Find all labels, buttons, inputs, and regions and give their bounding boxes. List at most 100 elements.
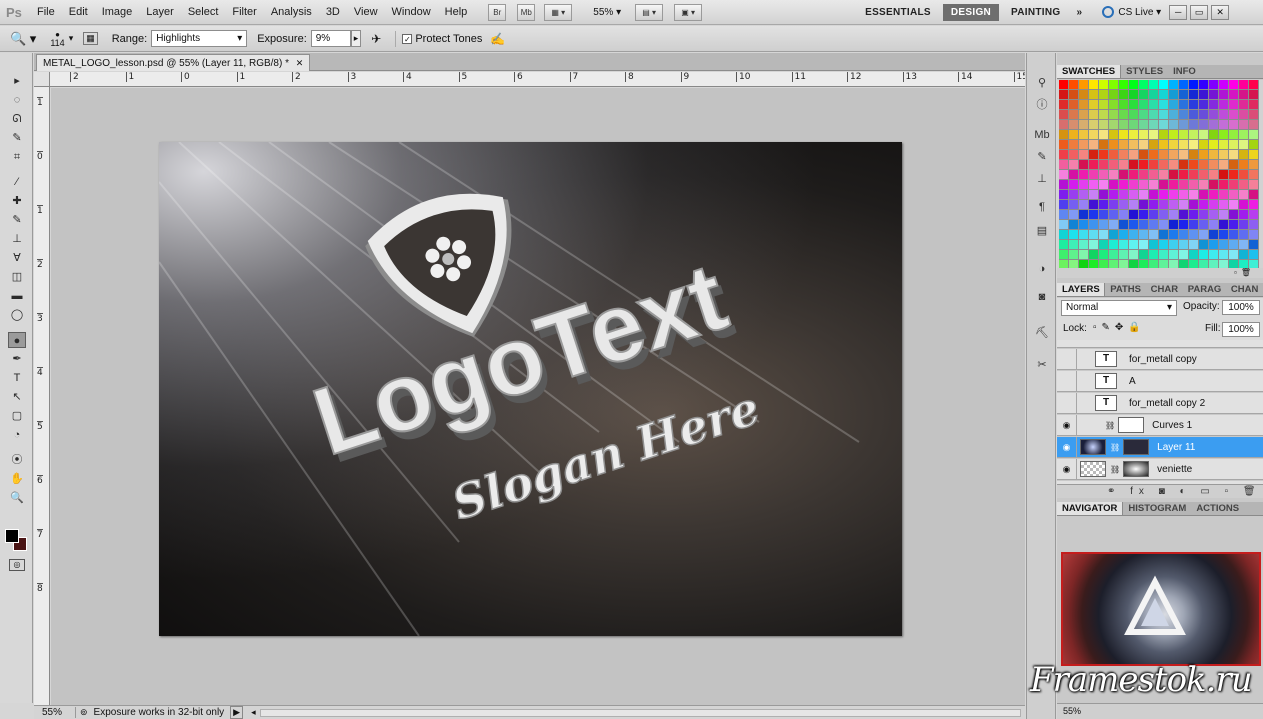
swatch[interactable]	[1209, 190, 1219, 200]
swatch[interactable]	[1199, 200, 1209, 210]
swatch[interactable]	[1159, 100, 1169, 110]
swatch[interactable]	[1189, 120, 1199, 130]
swatch[interactable]	[1069, 80, 1079, 90]
swatch[interactable]	[1059, 80, 1069, 90]
pressure-size-icon[interactable]: ✍	[490, 32, 505, 46]
swatch[interactable]	[1169, 120, 1179, 130]
tab-histogram[interactable]: HISTOGRAM	[1123, 502, 1191, 515]
swatch[interactable]	[1159, 160, 1169, 170]
swatch[interactable]	[1059, 230, 1069, 240]
swatch[interactable]	[1159, 140, 1169, 150]
swatch[interactable]	[1059, 140, 1069, 150]
swatch[interactable]	[1089, 230, 1099, 240]
swatch[interactable]	[1199, 190, 1209, 200]
swatch[interactable]	[1109, 230, 1119, 240]
swatch[interactable]	[1219, 110, 1229, 120]
quick-mask-icon[interactable]: ◎	[9, 559, 25, 571]
visibility-eye-icon[interactable]	[1057, 392, 1077, 414]
marquee-tool-icon[interactable]: ◌	[8, 92, 26, 108]
swatch[interactable]	[1249, 240, 1259, 250]
swatch[interactable]	[1209, 250, 1219, 260]
vertical-ruler[interactable]: 1 0 1 2 3 4 5 6 7 8	[34, 87, 50, 705]
swatch[interactable]	[1099, 220, 1109, 230]
swatch[interactable]	[1169, 210, 1179, 220]
swatch[interactable]	[1099, 180, 1109, 190]
tab-actions[interactable]: ACTIONS	[1191, 502, 1244, 515]
swatch[interactable]	[1219, 230, 1229, 240]
dodge-tool-preset-icon[interactable]: 🔍 ▾	[10, 31, 36, 47]
swatch[interactable]	[1059, 120, 1069, 130]
swatch[interactable]	[1099, 100, 1109, 110]
swatch[interactable]	[1139, 150, 1149, 160]
swatch[interactable]	[1249, 90, 1259, 100]
swatch[interactable]	[1149, 120, 1159, 130]
visibility-eye-icon[interactable]	[1057, 348, 1077, 370]
swatch[interactable]	[1139, 160, 1149, 170]
swatch[interactable]	[1099, 230, 1109, 240]
swatch[interactable]	[1189, 110, 1199, 120]
swatch[interactable]	[1139, 190, 1149, 200]
layer-mask-thumbnail[interactable]	[1123, 461, 1150, 477]
pen-tool-icon[interactable]: ✒	[8, 351, 26, 367]
swatch[interactable]	[1189, 210, 1199, 220]
swatch[interactable]	[1089, 160, 1099, 170]
menu-image[interactable]: Image	[95, 6, 140, 18]
swatch[interactable]	[1109, 110, 1119, 120]
swatch[interactable]	[1229, 150, 1239, 160]
eyedropper-tool-icon[interactable]: ⁄	[8, 174, 26, 190]
swatch[interactable]	[1129, 240, 1139, 250]
swatch[interactable]	[1069, 160, 1079, 170]
3d-rotate-tool-icon[interactable]: ◔	[8, 427, 26, 443]
swatch[interactable]	[1249, 120, 1259, 130]
swatch[interactable]	[1069, 100, 1079, 110]
swatch[interactable]	[1109, 160, 1119, 170]
swatch[interactable]	[1229, 170, 1239, 180]
swatch[interactable]	[1099, 90, 1109, 100]
styles-panel-icon[interactable]: ▤	[1033, 223, 1051, 239]
swatch[interactable]	[1229, 90, 1239, 100]
swatch[interactable]	[1079, 90, 1089, 100]
swatch[interactable]	[1229, 140, 1239, 150]
swatch[interactable]	[1229, 240, 1239, 250]
swatch[interactable]	[1099, 190, 1109, 200]
tab-paths[interactable]: PATHS	[1105, 283, 1145, 296]
mask-link-icon[interactable]: ⛓	[1110, 465, 1120, 474]
mask-link-icon[interactable]: ⛓	[1105, 421, 1115, 430]
swatch[interactable]	[1179, 210, 1189, 220]
swatch[interactable]	[1099, 240, 1109, 250]
swatch[interactable]	[1079, 100, 1089, 110]
swatch[interactable]	[1239, 230, 1249, 240]
swatch[interactable]	[1219, 180, 1229, 190]
swatch[interactable]	[1219, 160, 1229, 170]
swatch[interactable]	[1129, 200, 1139, 210]
crop-tool-icon[interactable]: ⌗	[8, 149, 26, 165]
swatch[interactable]	[1059, 160, 1069, 170]
menu-select[interactable]: Select	[181, 6, 226, 18]
status-zoom[interactable]: 55%	[34, 707, 76, 718]
swatch[interactable]	[1179, 230, 1189, 240]
swatch[interactable]	[1209, 150, 1219, 160]
swatch[interactable]	[1209, 140, 1219, 150]
swatch[interactable]	[1229, 180, 1239, 190]
swatch[interactable]	[1209, 130, 1219, 140]
3d-panel-icon[interactable]: ✂	[1033, 357, 1051, 373]
swatch[interactable]	[1109, 190, 1119, 200]
delete-swatch-icon[interactable]: 🗑	[1241, 268, 1255, 277]
swatch[interactable]	[1149, 100, 1159, 110]
swatch[interactable]	[1089, 200, 1099, 210]
blur-tool-icon[interactable]: ◯	[8, 307, 26, 323]
navigator-preview[interactable]	[1061, 552, 1261, 666]
swatch[interactable]	[1169, 200, 1179, 210]
swatch[interactable]	[1129, 100, 1139, 110]
swatch[interactable]	[1169, 160, 1179, 170]
swatch[interactable]	[1169, 240, 1179, 250]
swatch[interactable]	[1059, 110, 1069, 120]
swatch[interactable]	[1069, 110, 1079, 120]
swatch[interactable]	[1089, 210, 1099, 220]
swatch[interactable]	[1089, 110, 1099, 120]
type-tool-icon[interactable]: T	[8, 370, 26, 386]
swatch[interactable]	[1069, 90, 1079, 100]
swatch[interactable]	[1249, 180, 1259, 190]
swatch[interactable]	[1139, 130, 1149, 140]
swatch[interactable]	[1059, 220, 1069, 230]
